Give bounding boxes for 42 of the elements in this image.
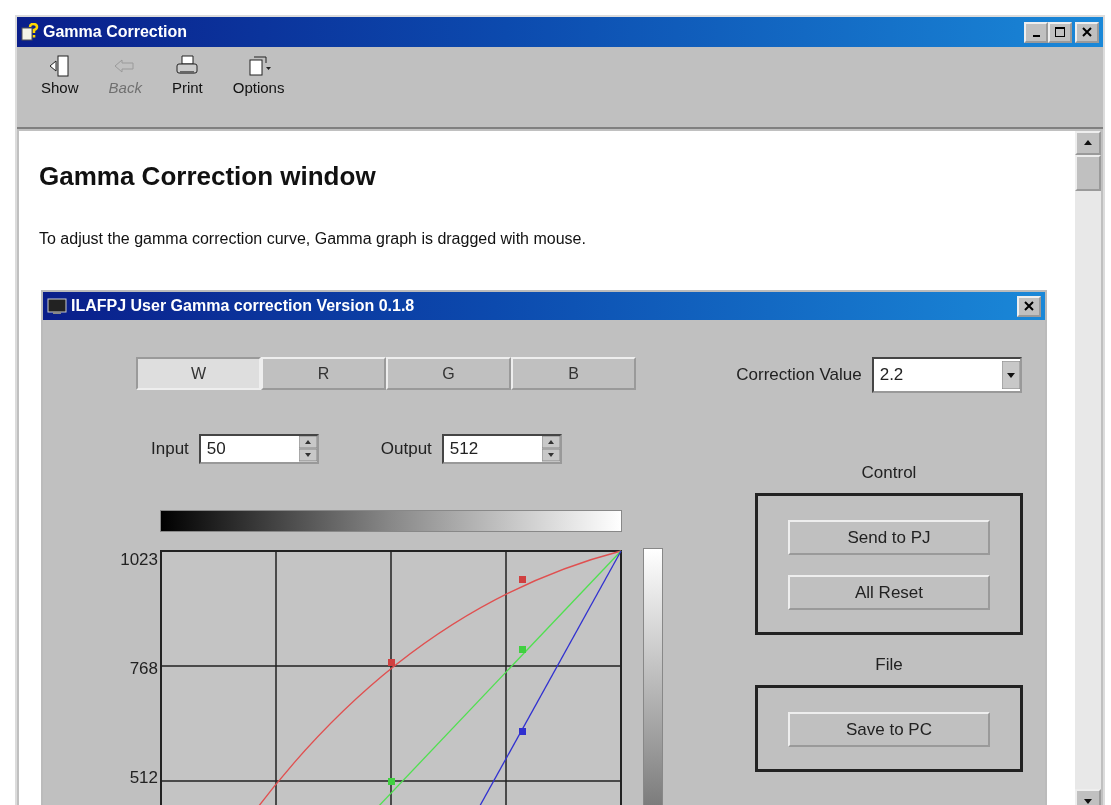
output-spin-field[interactable]: 512 [441, 434, 562, 464]
toolbar-button[interactable]: Show [37, 51, 83, 98]
input-spin-field[interactable]: 50 [198, 434, 319, 464]
action-button[interactable]: All Reset [788, 575, 990, 610]
scroll-up-icon [1083, 139, 1093, 147]
monitor-icon [47, 297, 67, 315]
dialog-title: ILAFPJ User Gamma correction Version 0.1.8 [71, 297, 415, 315]
close-icon [1024, 301, 1034, 311]
page-heading: Gamma Correction window [39, 161, 377, 192]
output-label: Output [380, 439, 432, 459]
group-title: File [875, 655, 903, 675]
spin-arrows-icon [541, 436, 560, 462]
channel-tab[interactable]: G [386, 357, 511, 390]
maximize-button[interactable] [1048, 21, 1072, 43]
scroll-down-icon [1083, 797, 1093, 805]
help-book-icon [21, 23, 39, 41]
maximize-icon [1055, 27, 1065, 37]
action-button[interactable]: Save to PC [788, 712, 990, 747]
group-title: Control [861, 463, 917, 483]
close-button[interactable] [1017, 295, 1041, 317]
channel-tab[interactable]: W [136, 357, 261, 390]
spin-arrows-icon [298, 436, 317, 462]
channel-tab[interactable]: B [511, 357, 636, 390]
minimize-button[interactable] [1024, 21, 1048, 43]
axis-label: 768 [129, 659, 158, 679]
action-button[interactable]: Send to PJ [788, 520, 990, 555]
minimize-icon [1032, 35, 1040, 37]
close-icon [1082, 27, 1092, 37]
axis-label: 1023 [120, 550, 158, 570]
correction-value-dropdown[interactable]: 2.2 [871, 357, 1022, 393]
window-title: Gamma Correction [43, 23, 188, 41]
vertical-scrollbar[interactable] [1075, 131, 1101, 805]
channel-tab[interactable]: R [261, 357, 386, 390]
axis-label: 512 [129, 768, 158, 788]
correction-value-label: Correction Value [736, 365, 862, 385]
input-label: Input [151, 439, 189, 459]
toolbar-button[interactable]: Options [228, 51, 289, 98]
close-button[interactable] [1075, 21, 1099, 43]
toolbar-button[interactable]: Print [167, 51, 207, 98]
dropdown-arrow-icon [1001, 361, 1020, 389]
intro-text: To adjust the gamma correction curve, Gamma graph is dragged with mouse. [39, 230, 587, 248]
scroll-thumb[interactable] [1075, 155, 1101, 191]
